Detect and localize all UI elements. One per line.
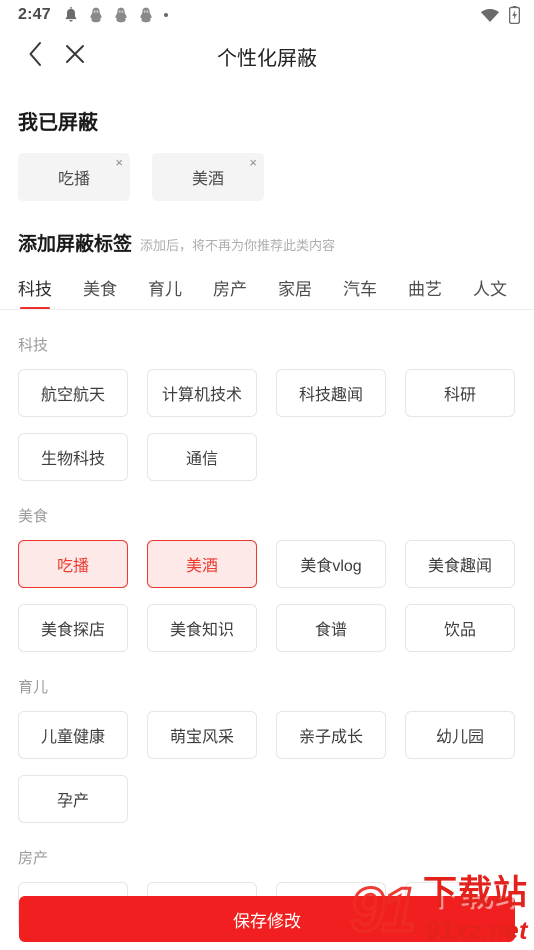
bell-icon	[64, 7, 78, 23]
tag-chip-label: 科研	[443, 387, 476, 404]
chevron-left-icon	[27, 41, 44, 72]
category-tab[interactable]: 人文	[473, 275, 507, 309]
tag-chip-label: 生物科技	[40, 451, 105, 468]
blocked-chip-list: 吃播 × 美酒 ×	[18, 153, 516, 201]
status-bar-notification-icons	[64, 7, 168, 23]
category-tab-label: 家居	[278, 280, 312, 299]
tag-chip-label: 孕产	[56, 793, 89, 810]
tag-chip[interactable]: 航空航天	[18, 369, 128, 417]
tag-category-list: 科技 航空航天 计算机技术 科技趣闻 科研 生物科技 通信 美食 吃播 美酒 美食vlog 美食趣闻美…	[0, 334, 534, 930]
category-tab-label: 美食	[83, 280, 117, 299]
tag-chip[interactable]: 美食趣闻	[405, 540, 515, 588]
tag-chip[interactable]: 儿童健康	[18, 711, 128, 759]
category-tab-list[interactable]: 科技美食育儿房产家居汽车曲艺人文奇闻趣事	[0, 270, 534, 310]
tag-chip-label: 通信	[185, 451, 218, 468]
tag-chip-label: 航空航天	[40, 387, 105, 404]
dot-icon	[163, 13, 168, 17]
add-tags-title: 添加屏蔽标签	[18, 234, 133, 255]
category-tab-label: 房产	[213, 280, 247, 299]
category-tab[interactable]: 汽车	[343, 275, 377, 309]
blocked-section: 我已屏蔽 吃播 × 美酒 ×	[0, 106, 534, 201]
blocked-chip-label: 吃播	[57, 171, 90, 188]
tag-chip[interactable]: 科研	[405, 369, 515, 417]
tag-chip-label: 萌宝风采	[169, 729, 234, 746]
remove-icon[interactable]: ×	[249, 156, 257, 169]
tag-chip-selected[interactable]: 吃播	[18, 540, 128, 588]
category-tab[interactable]: 家居	[278, 275, 312, 309]
tag-chip-label: 饮品	[443, 622, 476, 639]
tag-chip[interactable]: 食谱	[276, 604, 386, 652]
battery-charging-icon	[509, 6, 520, 24]
tag-chip[interactable]: 美食探店	[18, 604, 128, 652]
tag-grid: 吃播 美酒 美食vlog 美食趣闻美食探店 美食知识 食谱 饮品	[18, 540, 516, 652]
qq-penguin-icon	[114, 7, 128, 23]
blocked-chip[interactable]: 美酒 ×	[152, 153, 264, 201]
tag-grid: 儿童健康 萌宝风采 亲子成长 幼儿园孕产	[18, 711, 516, 823]
category-tab[interactable]: 房产	[213, 275, 247, 309]
tag-chip-label: 科技趣闻	[298, 387, 363, 404]
close-icon	[64, 43, 86, 70]
tag-chip[interactable]: 孕产	[18, 775, 128, 823]
save-button[interactable]: 保存修改	[19, 896, 515, 942]
wifi-icon	[480, 8, 500, 23]
tag-category-title: 房产	[18, 850, 49, 867]
status-bar: 2:47	[0, 0, 534, 30]
blocked-chip[interactable]: 吃播 ×	[18, 153, 130, 201]
tag-chip[interactable]: 饮品	[405, 604, 515, 652]
back-button[interactable]	[18, 39, 52, 73]
tag-category: 科技航空航天 计算机技术 科技趣闻 科研生物科技 通信	[18, 334, 516, 481]
category-tab[interactable]: 美食	[83, 275, 117, 309]
tag-category-title: 美食	[18, 508, 49, 525]
tag-chip-label: 吃播	[56, 558, 89, 575]
tag-chip-label: 美食趣闻	[427, 558, 492, 575]
add-tags-section-header: 添加屏蔽标签 添加后，将不再为你推荐此类内容	[0, 229, 534, 256]
personalized-block-screen: 2:47 个性化屏蔽 我已屏蔽 吃播 × 美酒 × 添加屏蔽标签 添加后，将不再…	[0, 0, 534, 950]
tag-category: 育儿儿童健康 萌宝风采 亲子成长 幼儿园孕产	[18, 676, 516, 823]
save-bar: 保存修改	[0, 888, 534, 950]
qq-penguin-icon	[89, 7, 103, 23]
category-tab[interactable]: 育儿	[148, 275, 182, 309]
tag-chip-label: 亲子成长	[298, 729, 363, 746]
add-tags-subtitle: 添加后，将不再为你推荐此类内容	[140, 238, 336, 253]
category-tab[interactable]: 科技	[18, 275, 52, 309]
tag-chip[interactable]: 美食vlog	[276, 540, 386, 588]
tag-chip-label: 食谱	[314, 622, 347, 639]
close-button[interactable]	[58, 39, 92, 73]
tag-grid: 航空航天 计算机技术 科技趣闻 科研生物科技 通信	[18, 369, 516, 481]
tag-chip[interactable]: 生物科技	[18, 433, 128, 481]
tag-chip[interactable]: 美食知识	[147, 604, 257, 652]
tag-chip[interactable]: 通信	[147, 433, 257, 481]
status-bar-system-icons	[480, 6, 520, 24]
tag-chip[interactable]: 亲子成长	[276, 711, 386, 759]
category-tabbar[interactable]: 科技美食育儿房产家居汽车曲艺人文奇闻趣事	[0, 270, 534, 310]
tag-chip-label: 儿童健康	[40, 729, 105, 746]
category-tab-label: 汽车	[343, 280, 377, 299]
tag-chip-label: 美食知识	[169, 622, 234, 639]
tag-category-title: 科技	[18, 337, 49, 354]
qq-penguin-icon	[139, 7, 153, 23]
category-tab-label: 育儿	[148, 280, 182, 299]
tag-chip-selected[interactable]: 美酒	[147, 540, 257, 588]
blocked-chip-label: 美酒	[191, 171, 224, 188]
blocked-section-heading: 我已屏蔽	[18, 112, 98, 134]
tag-chip[interactable]: 科技趣闻	[276, 369, 386, 417]
tag-chip[interactable]: 幼儿园	[405, 711, 515, 759]
tag-chip[interactable]: 计算机技术	[147, 369, 257, 417]
tag-chip-label: 计算机技术	[161, 387, 242, 404]
remove-icon[interactable]: ×	[115, 156, 123, 169]
tag-category-title: 育儿	[18, 679, 49, 696]
tag-chip-label: 美食vlog	[300, 558, 362, 575]
tag-chip-label: 美食探店	[40, 622, 105, 639]
tag-chip-label: 幼儿园	[435, 729, 484, 746]
tag-chip[interactable]: 萌宝风采	[147, 711, 257, 759]
category-tab-label: 曲艺	[408, 280, 442, 299]
category-tab[interactable]: 曲艺	[408, 275, 442, 309]
tag-category: 美食吃播 美酒 美食vlog 美食趣闻美食探店 美食知识 食谱 饮品	[18, 505, 516, 652]
page-header: 个性化屏蔽	[0, 30, 534, 82]
status-bar-time: 2:47	[18, 6, 51, 23]
category-tab-label: 科技	[18, 280, 52, 299]
tag-chip-label: 美酒	[185, 558, 218, 575]
category-tab-label: 人文	[473, 280, 507, 299]
